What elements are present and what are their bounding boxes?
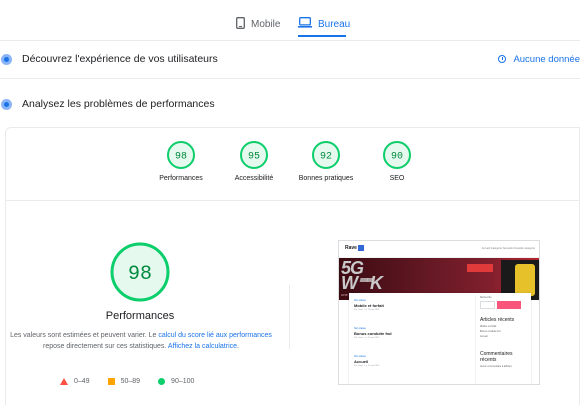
score-calculation-link[interactable]: calcul du score lié aux performances bbox=[158, 332, 272, 339]
site-logo: Rave bbox=[345, 245, 357, 251]
legend-item-fail: 0–49 bbox=[60, 378, 90, 385]
gauge-ring: 95 bbox=[240, 141, 268, 169]
aside-search-field bbox=[480, 301, 495, 309]
aside-comments-title: Commentaires récents bbox=[480, 351, 513, 363]
aside-recent-posts: Articles récents Mobile et forfait Bonus… bbox=[480, 317, 528, 338]
legend-range: 0–49 bbox=[74, 378, 90, 385]
tab-desktop-label: Bureau bbox=[318, 18, 351, 30]
hero-title-line-2b: K bbox=[370, 273, 383, 293]
final-screenshot[interactable]: Rave Accueil Catégorie Nouvelle Nouvelle… bbox=[338, 240, 540, 385]
score-value: 95 bbox=[248, 152, 260, 163]
performance-title: Performances bbox=[105, 310, 175, 322]
tab-mobile[interactable]: Mobile bbox=[236, 12, 280, 36]
laptop-icon bbox=[298, 17, 312, 31]
site-header: Rave Accueil Catégorie Nouvelle Nouvelle… bbox=[339, 241, 539, 258]
performance-description: Les valeurs sont estimées et peuvent var… bbox=[10, 331, 272, 352]
aside-recent-item: Accueil bbox=[480, 335, 488, 338]
aside-search-text: Recherche bbox=[480, 296, 492, 299]
site-nav: Accueil Catégorie Nouvelle Nouvelle caté… bbox=[481, 247, 535, 250]
score-label: Accessibilité bbox=[234, 175, 274, 182]
post-meta: Par Gael · Le 11 mai 2021 bbox=[354, 309, 380, 311]
post-category: Non classé bbox=[354, 327, 366, 330]
post-item: Non classé Bonus conduite fnd Par Gael ·… bbox=[354, 327, 392, 339]
post-item: Non classé Accueil Par Gael · Le 11 mai … bbox=[354, 355, 380, 367]
aside-search-label: Recherche bbox=[480, 294, 528, 299]
tabs-divider bbox=[0, 40, 580, 41]
section-divider bbox=[0, 78, 580, 79]
aside-search-button bbox=[497, 301, 521, 309]
site-logo-mark bbox=[358, 245, 364, 251]
gauge-ring: 92 bbox=[312, 141, 340, 169]
triangle-icon bbox=[60, 378, 68, 385]
score-gauge-best-practices[interactable]: 92 Bonnes pratiques bbox=[294, 140, 358, 182]
aside-recent-comments: Commentaires récents Aucun commentaire à… bbox=[480, 351, 528, 368]
no-data-notice[interactable]: Aucune donnée bbox=[498, 54, 580, 65]
square-icon bbox=[107, 378, 115, 385]
post-meta: Par Gael · Le 11 mai 2021 bbox=[354, 365, 380, 367]
post-item: Non classé Mobile et forfait Par Gael · … bbox=[354, 299, 384, 311]
score-value: 90 bbox=[391, 152, 403, 163]
legend-range: 50–89 bbox=[120, 378, 141, 385]
content-column-divider bbox=[475, 295, 476, 384]
post-title: Accueil bbox=[354, 359, 369, 364]
performance-big-gauge: 98 bbox=[109, 241, 171, 303]
aside-recent-item: Mobile et forfait bbox=[480, 325, 497, 328]
legend-range: 90–100 bbox=[171, 378, 195, 385]
tab-desktop[interactable]: Bureau bbox=[298, 12, 350, 36]
post-title: Mobile et forfait bbox=[354, 303, 384, 308]
desc-text: . bbox=[237, 342, 239, 350]
field-data-title: Découvrez l'expérience de vos utilisateu… bbox=[22, 53, 218, 65]
score-label: Bonnes pratiques bbox=[298, 175, 354, 182]
device-tabs: Mobile Bureau bbox=[0, 0, 580, 40]
gauge-ring: 90 bbox=[383, 141, 411, 169]
phone-icon bbox=[236, 16, 245, 32]
desc-text: Les valeurs sont estimées et peuvent var… bbox=[10, 332, 159, 339]
desc-text: repose directement sur ces statistiques. bbox=[43, 342, 168, 350]
circle-icon bbox=[158, 378, 166, 385]
tab-mobile-label: Mobile bbox=[251, 18, 281, 30]
field-data-header[interactable]: Découvrez l'expérience de vos utilisateu… bbox=[0, 49, 580, 69]
score-gauge-performance[interactable]: 98 Performances bbox=[153, 140, 209, 182]
clock-icon bbox=[498, 55, 507, 63]
post-category: Non classé bbox=[354, 299, 366, 302]
diagnose-icon bbox=[1, 98, 12, 110]
lab-data-title: Analysez les problèmes de performances bbox=[22, 98, 215, 110]
panel-divider bbox=[5, 200, 580, 201]
hero-title-dashes: ⁼⁼ bbox=[357, 273, 373, 293]
hero-title-line-2a: W bbox=[341, 273, 358, 293]
score-gauge-seo[interactable]: 90 SEO bbox=[374, 140, 420, 182]
post-title: Bonus conduite fnd bbox=[354, 331, 392, 336]
performance-score-value: 98 bbox=[128, 263, 152, 286]
aside-comments-item: Aucun commentaire à afficher bbox=[480, 365, 512, 368]
post-category: Non classé bbox=[354, 355, 366, 358]
users-icon bbox=[1, 53, 12, 65]
score-value: 98 bbox=[175, 152, 187, 163]
hero-title: 5G W⁼⁼K bbox=[341, 259, 383, 293]
aside-recent-item: Bonus conduite fnd bbox=[480, 330, 501, 333]
score-gauge-accessibility[interactable]: 95 Accessibilité bbox=[224, 140, 284, 182]
calculator-link[interactable]: Affichez la calculatrice bbox=[168, 343, 237, 350]
site-content: Non classé Mobile et forfait Par Gael · … bbox=[349, 293, 531, 384]
aside-recent-title: Articles récents bbox=[480, 317, 515, 323]
hero-button bbox=[467, 264, 493, 272]
post-meta: Par Gael · Le 11 mai 2021 bbox=[354, 337, 380, 339]
gauge-ring: 98 bbox=[167, 141, 195, 169]
lab-data-header[interactable]: Analysez les problèmes de performances bbox=[0, 94, 580, 114]
score-legend: 0–49 50–89 90–100 bbox=[60, 378, 212, 385]
legend-item-pass: 90–100 bbox=[158, 378, 194, 385]
score-label: SEO bbox=[389, 175, 405, 182]
legend-item-average: 50–89 bbox=[107, 378, 141, 385]
score-label: Performances bbox=[159, 175, 203, 182]
active-tab-indicator bbox=[298, 35, 346, 37]
vertical-divider bbox=[289, 285, 290, 349]
score-value: 92 bbox=[320, 152, 332, 163]
no-data-label: Aucune donnée bbox=[513, 53, 580, 65]
